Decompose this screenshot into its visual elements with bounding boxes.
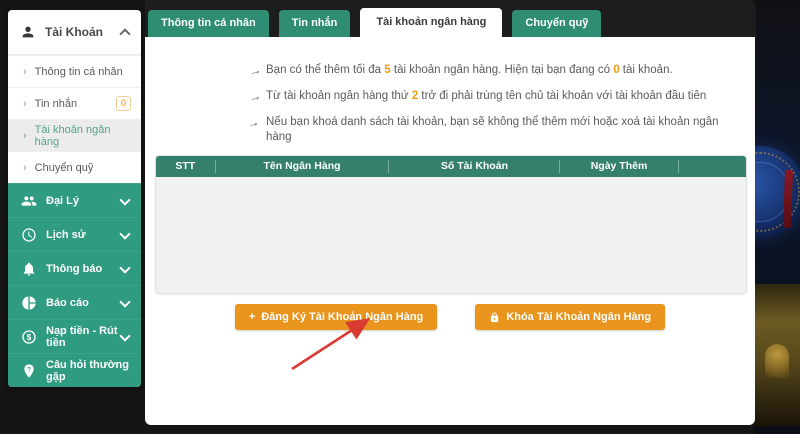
sidebar-group-label: Tài Khoản	[45, 25, 121, 39]
table-header-row: STT Tên Ngân Hàng Số Tài Khoản Ngày Thêm	[156, 156, 746, 177]
messages-count-badge: 0	[116, 96, 131, 111]
people-icon	[21, 193, 37, 209]
clock-icon	[21, 227, 37, 243]
sidebar-item-fund-transfer[interactable]: › Chuyển quỹ	[8, 151, 141, 183]
lock-icon	[489, 312, 500, 323]
bell-icon	[21, 261, 37, 277]
note-text: Từ tài khoản ngân hàng thứ 2 trở đi phải…	[266, 89, 706, 104]
caret-icon: ›	[23, 66, 27, 78]
note-same-owner: → Từ tài khoản ngân hàng thứ 2 trở đi ph…	[249, 89, 729, 104]
sidebar-item-reports[interactable]: Báo cáo	[8, 285, 141, 319]
svg-text:$: $	[27, 333, 32, 342]
background-casino-image	[754, 0, 800, 434]
note-arrow-icon: →	[247, 87, 267, 106]
sidebar-group-account[interactable]: Tài Khoản	[8, 10, 141, 55]
note-lock-warning: → Nếu bạn khoá danh sách tài khoản, bạn …	[249, 115, 729, 145]
plus-icon: +	[249, 311, 255, 323]
golden-building-decoration	[754, 284, 800, 426]
note-text: Bạn có thể thêm tối đa 5 tài khoản ngân …	[266, 63, 673, 78]
chevron-down-icon	[119, 194, 130, 205]
sidebar-item-bank-accounts[interactable]: › Tài khoản ngân hàng	[8, 119, 141, 151]
lock-bank-account-button[interactable]: Khóa Tài Khoản Ngân Hàng	[475, 304, 665, 330]
caret-icon: ›	[23, 98, 27, 110]
caret-icon: ›	[23, 130, 27, 142]
chevron-down-icon	[119, 330, 130, 341]
chevron-down-icon	[119, 296, 130, 307]
sidebar-item-faq[interactable]: ? Câu hỏi thường gặp	[8, 353, 141, 387]
column-header-stt: STT	[156, 160, 216, 173]
action-buttons-row: + Đăng Ký Tài Khoản Ngân Hàng Khóa Tài K…	[145, 304, 755, 330]
sidebar-menu: Đại Lý Lịch sử Thông báo Báo cáo $ Nạp t…	[8, 183, 141, 387]
sidebar-item-agents[interactable]: Đại Lý	[8, 183, 141, 217]
account-sidebar: Tài Khoản › Thông tin cá nhân › Tin nhắn…	[8, 10, 141, 387]
column-header-account-number: Số Tài Khoản	[389, 160, 560, 173]
account-tabs: Thông tin cá nhân Tin nhắn Tài khoản ngâ…	[148, 8, 611, 37]
arch-decoration	[765, 344, 789, 378]
tab-messages[interactable]: Tin nhắn	[279, 10, 351, 37]
chevron-down-icon	[119, 262, 130, 273]
chevron-up-icon	[119, 28, 130, 39]
tab-bank-accounts[interactable]: Tài khoản ngân hàng	[360, 8, 502, 37]
question-pin-icon: ?	[21, 363, 37, 379]
sidebar-item-notifications[interactable]: Thông báo	[8, 251, 141, 285]
chevron-down-icon	[119, 228, 130, 239]
column-header-bank-name: Tên Ngân Hàng	[216, 160, 390, 173]
app-window: Thông tin cá nhân Tin nhắn Tài khoản ngâ…	[0, 0, 800, 434]
tab-fund-transfer[interactable]: Chuyển quỹ	[512, 10, 601, 37]
info-notes: → Bạn có thể thêm tối đa 5 tài khoản ngâ…	[249, 63, 729, 156]
svg-text:?: ?	[27, 366, 31, 373]
note-max-accounts: → Bạn có thể thêm tối đa 5 tài khoản ngâ…	[249, 63, 729, 78]
column-header-date-added: Ngày Thêm	[560, 160, 678, 173]
pie-chart-icon	[21, 295, 37, 311]
bank-accounts-panel: → Bạn có thể thêm tối đa 5 tài khoản ngâ…	[145, 37, 755, 425]
note-arrow-icon: →	[247, 61, 267, 80]
sidebar-item-deposit-withdraw[interactable]: $ Nạp tiền - Rút tiền	[8, 319, 141, 353]
register-bank-account-button[interactable]: + Đăng Ký Tài Khoản Ngân Hàng	[235, 304, 437, 330]
column-header-empty	[679, 160, 746, 173]
note-text: Nếu bạn khoá danh sách tài khoản, bạn sẽ…	[266, 115, 729, 145]
sidebar-item-personal-info[interactable]: › Thông tin cá nhân	[8, 55, 141, 87]
bank-accounts-table: STT Tên Ngân Hàng Số Tài Khoản Ngày Thêm	[155, 155, 747, 294]
sidebar-item-messages[interactable]: › Tin nhắn 0	[8, 87, 141, 119]
user-icon	[20, 24, 36, 40]
dollar-circle-icon: $	[21, 329, 37, 345]
sidebar-item-history[interactable]: Lịch sử	[8, 217, 141, 251]
caret-icon: ›	[23, 162, 27, 174]
tab-personal-info[interactable]: Thông tin cá nhân	[148, 10, 269, 37]
